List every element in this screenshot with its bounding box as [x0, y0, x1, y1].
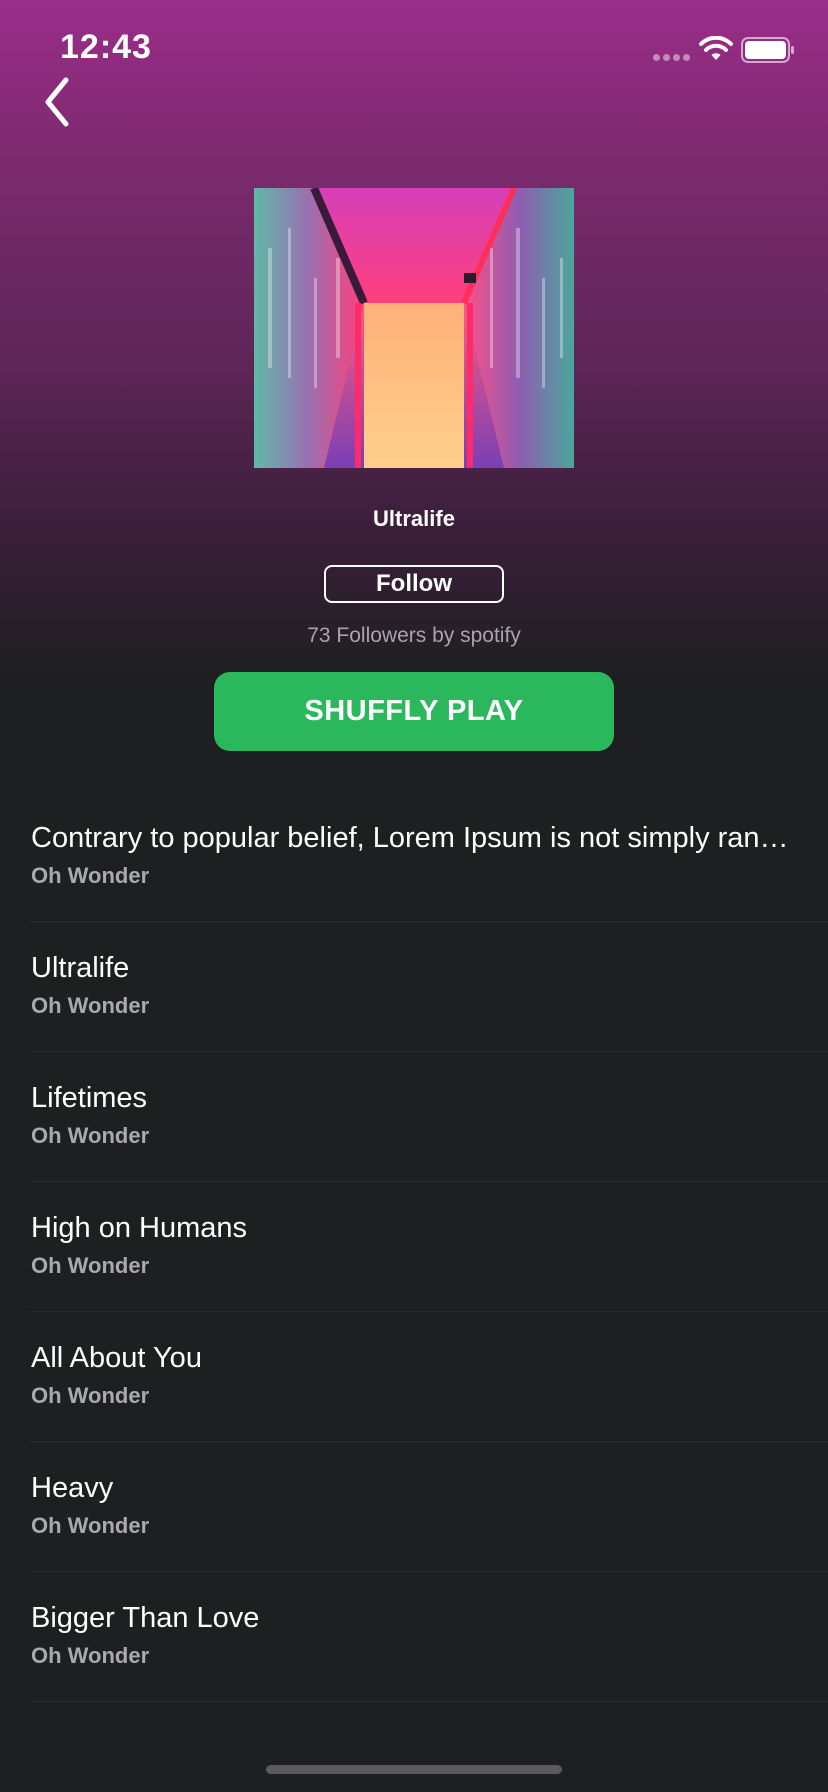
track-row[interactable]: High on Humans Oh Wonder — [0, 1182, 828, 1312]
signal-dots-icon — [653, 54, 690, 61]
track-artist: Oh Wonder — [31, 1513, 150, 1538]
track-row[interactable]: All About You Oh Wonder — [0, 1312, 828, 1442]
home-indicator[interactable] — [266, 1765, 562, 1774]
track-artist: Oh Wonder — [31, 1253, 150, 1278]
track-row[interactable]: Lifetimes Oh Wonder — [0, 1052, 828, 1182]
battery-icon — [741, 37, 794, 63]
status-time: 12:43 — [60, 28, 152, 66]
track-title: Contrary to popular belief, Lorem Ipsum … — [31, 822, 791, 854]
track-list: Contrary to popular belief, Lorem Ipsum … — [0, 792, 828, 1702]
track-artist: Oh Wonder — [31, 1383, 150, 1408]
track-row[interactable]: Contrary to popular belief, Lorem Ipsum … — [0, 792, 828, 922]
shuffle-play-button[interactable]: SHUFFLY PLAY — [214, 672, 614, 751]
track-row[interactable]: Heavy Oh Wonder — [0, 1442, 828, 1572]
track-title: Ultralife — [31, 952, 130, 984]
track-row[interactable]: Ultralife Oh Wonder — [0, 922, 828, 1052]
playlist-screen: 12:43 Ultralife Follow 73 Followers by s… — [0, 0, 828, 1792]
track-artist: Oh Wonder — [31, 993, 150, 1018]
track-title: All About You — [31, 1342, 202, 1374]
track-row[interactable]: Bigger Than Love Oh Wonder — [0, 1572, 828, 1702]
track-title: Bigger Than Love — [31, 1602, 260, 1634]
status-bar: 12:43 — [0, 0, 828, 100]
track-title: Lifetimes — [31, 1082, 148, 1114]
chevron-left-icon — [45, 77, 69, 127]
playlist-title: Ultralife — [373, 506, 455, 531]
followers-count: 73 Followers by spotify — [307, 624, 521, 647]
track-artist: Oh Wonder — [31, 1643, 150, 1668]
back-button[interactable] — [38, 74, 84, 130]
track-title: Heavy — [31, 1472, 114, 1504]
track-title: High on Humans — [31, 1212, 247, 1244]
track-artist: Oh Wonder — [31, 863, 150, 888]
track-artist: Oh Wonder — [31, 1123, 150, 1148]
follow-button[interactable]: Follow — [324, 565, 504, 603]
wifi-icon — [699, 36, 733, 60]
playlist-cover-image — [254, 188, 574, 468]
